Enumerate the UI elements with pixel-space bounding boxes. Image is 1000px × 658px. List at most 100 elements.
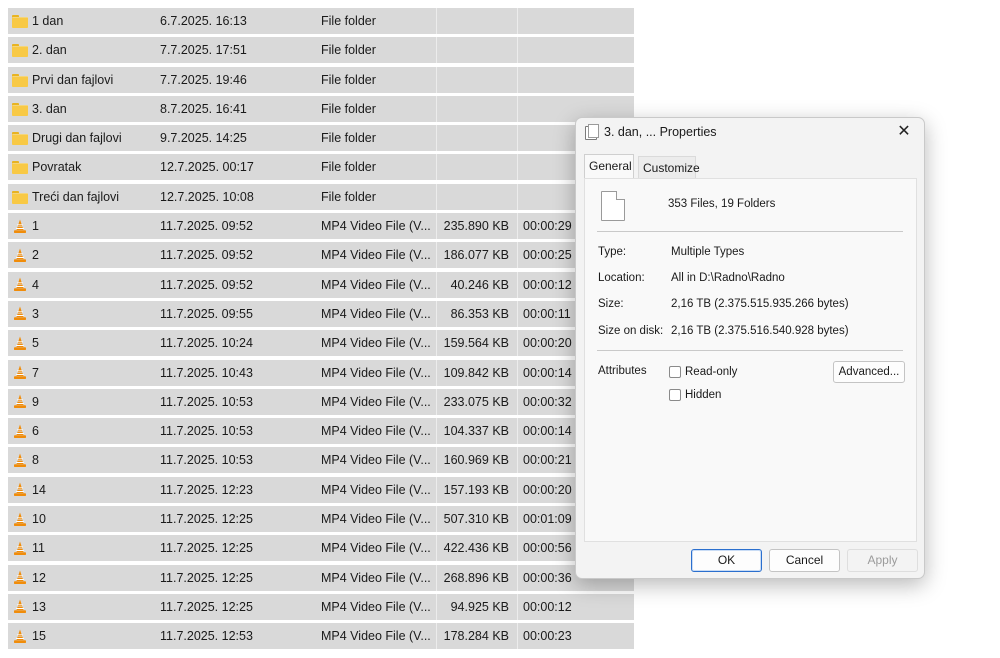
file-type: MP4 Video File (V... bbox=[321, 248, 431, 263]
file-size bbox=[436, 67, 509, 93]
file-date-modified: 11.7.2025. 12:23 bbox=[160, 482, 253, 497]
vlc-cone-icon bbox=[11, 389, 29, 415]
file-length: 00:00:11 bbox=[523, 306, 571, 321]
file-row[interactable]: 2 11.7.2025. 09:52 MP4 Video File (V... 186… bbox=[8, 242, 634, 269]
column-divider bbox=[517, 154, 518, 181]
file-row[interactable]: 6 11.7.2025. 10:53 MP4 Video File (V... 104… bbox=[8, 418, 634, 445]
cancel-button[interactable]: Cancel bbox=[769, 549, 840, 572]
divider bbox=[597, 231, 903, 232]
vlc-cone-icon bbox=[11, 301, 29, 327]
file-row[interactable]: 3. dan 8.7.2025. 16:41 File folder bbox=[8, 95, 634, 122]
file-length: 00:00:32 bbox=[523, 394, 572, 409]
file-length: 00:00:14 bbox=[523, 365, 572, 380]
file-name: 2 bbox=[32, 248, 39, 263]
file-size: 268.896 KB bbox=[443, 570, 509, 585]
tab-customize[interactable]: Customize bbox=[638, 156, 700, 178]
file-date-modified: 7.7.2025. 17:51 bbox=[160, 43, 247, 58]
file-row[interactable]: 10 11.7.2025. 12:25 MP4 Video File (V... 50… bbox=[8, 506, 634, 533]
file-size: 178.284 KB bbox=[443, 629, 509, 644]
column-divider bbox=[517, 8, 518, 34]
file-size bbox=[436, 37, 509, 63]
folder-icon bbox=[11, 67, 29, 93]
file-name: Drugi dan fajlovi bbox=[32, 131, 122, 146]
dialog-title-bar[interactable]: 3. dan, ... Properties ✕ bbox=[576, 118, 924, 148]
file-name: 10 bbox=[32, 512, 46, 527]
close-icon[interactable]: ✕ bbox=[894, 122, 914, 142]
file-type: MP4 Video File (V... bbox=[321, 277, 431, 292]
size-label: Size: bbox=[598, 298, 624, 310]
file-type: MP4 Video File (V... bbox=[321, 424, 431, 439]
file-name: 15 bbox=[32, 629, 46, 644]
folder-icon bbox=[11, 154, 29, 180]
vlc-cone-icon bbox=[11, 213, 29, 239]
column-divider bbox=[517, 125, 518, 152]
readonly-checkbox[interactable] bbox=[669, 366, 681, 378]
file-row[interactable]: 1 11.7.2025. 09:52 MP4 Video File (V... 235… bbox=[8, 213, 634, 240]
file-type: MP4 Video File (V... bbox=[321, 570, 431, 585]
file-row[interactable]: 11 11.7.2025. 12:25 MP4 Video File (V... 42… bbox=[8, 535, 634, 562]
file-row[interactable]: Prvi dan fajlovi 7.7.2025. 19:46 File fold… bbox=[8, 66, 634, 93]
selection-summary: 353 Files, 19 Folders bbox=[668, 198, 776, 210]
file-row[interactable]: Treći dan fajlovi 12.7.2025. 10:08 File fo… bbox=[8, 183, 634, 210]
file-size: 159.564 KB bbox=[443, 336, 509, 351]
file-row[interactable]: 2. dan 7.7.2025. 17:51 File folder bbox=[8, 37, 634, 64]
file-type: MP4 Video File (V... bbox=[321, 306, 431, 321]
file-size bbox=[436, 154, 509, 180]
file-date-modified: 11.7.2025. 12:25 bbox=[160, 512, 253, 527]
file-date-modified: 7.7.2025. 19:46 bbox=[160, 72, 247, 87]
file-name: Povratak bbox=[32, 160, 82, 175]
file-size: 160.969 KB bbox=[443, 453, 509, 468]
file-type: File folder bbox=[321, 131, 376, 146]
advanced-button[interactable]: Advanced... bbox=[833, 361, 905, 383]
file-type: MP4 Video File (V... bbox=[321, 394, 431, 409]
ok-button[interactable]: OK bbox=[691, 549, 762, 572]
file-length: 00:00:36 bbox=[523, 570, 572, 585]
file-type: MP4 Video File (V... bbox=[321, 219, 431, 234]
file-row[interactable]: 8 11.7.2025. 10:53 MP4 Video File (V... 160… bbox=[8, 447, 634, 474]
file-date-modified: 12.7.2025. 10:08 bbox=[160, 189, 254, 204]
type-value: Multiple Types bbox=[671, 246, 745, 258]
file-row[interactable]: 3 11.7.2025. 09:55 MP4 Video File (V... 86.… bbox=[8, 300, 634, 327]
vlc-cone-icon bbox=[11, 330, 29, 356]
file-name: 1 dan bbox=[32, 14, 64, 28]
file-date-modified: 11.7.2025. 10:53 bbox=[160, 453, 253, 468]
folder-icon bbox=[11, 37, 29, 63]
file-row[interactable]: 13 11.7.2025. 12:25 MP4 Video File (V... 94… bbox=[8, 593, 634, 620]
file-row[interactable]: Drugi dan fajlovi 9.7.2025. 14:25 File fol… bbox=[8, 125, 634, 152]
column-divider bbox=[517, 359, 518, 386]
location-value: All in D:\Radno\Radno bbox=[671, 272, 785, 284]
vlc-cone-icon bbox=[11, 242, 29, 268]
file-row[interactable]: 4 11.7.2025. 09:52 MP4 Video File (V... 40.… bbox=[8, 271, 634, 298]
file-row[interactable]: 15 11.7.2025. 12:53 MP4 Video File (V... 17… bbox=[8, 623, 634, 650]
file-length: 00:01:09 bbox=[523, 512, 572, 527]
column-divider bbox=[517, 37, 518, 64]
properties-icon bbox=[585, 124, 599, 140]
hidden-checkbox[interactable] bbox=[669, 389, 681, 401]
file-length: 00:00:14 bbox=[523, 424, 572, 439]
tab-general[interactable]: General bbox=[584, 154, 634, 179]
file-name: Prvi dan fajlovi bbox=[32, 72, 114, 87]
file-size: 422.436 KB bbox=[443, 541, 509, 556]
file-date-modified: 11.7.2025. 12:53 bbox=[160, 629, 253, 644]
file-type: MP4 Video File (V... bbox=[321, 336, 431, 351]
file-size: 109.842 KB bbox=[443, 365, 509, 380]
readonly-label[interactable]: Read-only bbox=[685, 366, 737, 378]
apply-button[interactable]: Apply bbox=[847, 549, 918, 572]
file-row[interactable]: 7 11.7.2025. 10:43 MP4 Video File (V... 109… bbox=[8, 359, 634, 386]
file-row[interactable]: 14 11.7.2025. 12:23 MP4 Video File (V... 15… bbox=[8, 476, 634, 503]
vlc-cone-icon bbox=[11, 272, 29, 298]
column-divider bbox=[517, 418, 518, 445]
file-row[interactable]: 1 dan 6.7.2025. 16:13 File folder bbox=[8, 8, 634, 34]
location-label: Location: bbox=[598, 272, 645, 284]
column-divider bbox=[517, 447, 518, 474]
file-row[interactable]: Povratak 12.7.2025. 00:17 File folder bbox=[8, 154, 634, 181]
file-row[interactable]: 9 11.7.2025. 10:53 MP4 Video File (V... 233… bbox=[8, 388, 634, 415]
file-row[interactable]: 5 11.7.2025. 10:24 MP4 Video File (V... 159… bbox=[8, 330, 634, 357]
file-row[interactable]: 12 11.7.2025. 12:25 MP4 Video File (V... 26… bbox=[8, 564, 634, 591]
general-panel: 353 Files, 19 Folders Type: Multiple Typ… bbox=[584, 178, 917, 542]
file-size: 104.337 KB bbox=[443, 424, 509, 439]
hidden-label[interactable]: Hidden bbox=[685, 389, 721, 401]
attributes-label: Attributes bbox=[598, 365, 647, 377]
file-date-modified: 12.7.2025. 00:17 bbox=[160, 160, 254, 175]
file-type: File folder bbox=[321, 72, 376, 87]
